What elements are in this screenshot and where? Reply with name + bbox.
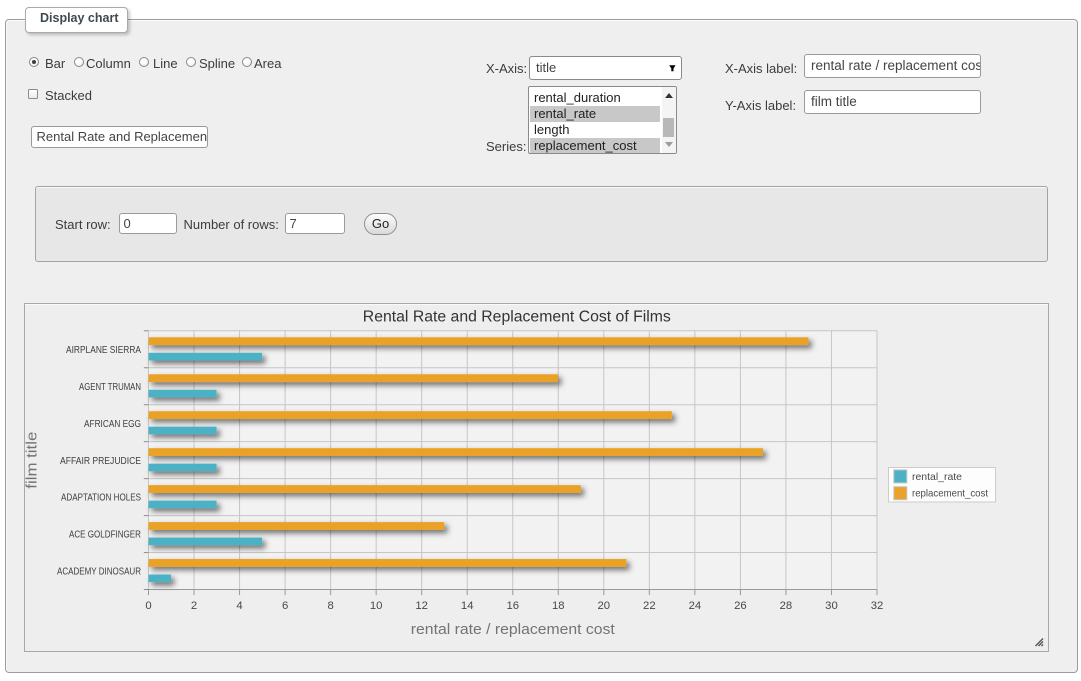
- svg-text:22: 22: [643, 600, 656, 612]
- svg-text:14: 14: [461, 600, 474, 612]
- svg-text:replacement_cost: replacement_cost: [912, 488, 988, 500]
- svg-text:film title: film title: [25, 432, 41, 489]
- svg-text:28: 28: [780, 600, 793, 612]
- svg-text:10: 10: [370, 600, 383, 612]
- svg-text:12: 12: [415, 600, 428, 612]
- svg-text:0: 0: [145, 600, 151, 612]
- svg-text:26: 26: [734, 600, 747, 612]
- svg-text:24: 24: [689, 600, 702, 612]
- svg-text:4: 4: [236, 600, 242, 612]
- svg-text:8: 8: [327, 600, 333, 612]
- svg-text:16: 16: [506, 600, 519, 612]
- svg-text:6: 6: [282, 600, 288, 612]
- svg-text:ADAPTATION HOLES: ADAPTATION HOLES: [61, 493, 141, 504]
- svg-text:AGENT TRUMAN: AGENT TRUMAN: [79, 382, 141, 393]
- svg-text:AFRICAN EGG: AFRICAN EGG: [84, 419, 141, 430]
- svg-text:rental rate / replacement cost: rental rate / replacement cost: [411, 621, 616, 638]
- svg-text:20: 20: [598, 600, 611, 612]
- svg-text:30: 30: [825, 600, 838, 612]
- svg-text:rental_rate: rental_rate: [912, 471, 962, 483]
- svg-text:2: 2: [191, 600, 197, 612]
- svg-text:ACADEMY DINOSAUR: ACADEMY DINOSAUR: [57, 567, 141, 578]
- svg-text:ACE GOLDFINGER: ACE GOLDFINGER: [69, 530, 141, 541]
- svg-text:Rental Rate and Replacement Co: Rental Rate and Replacement Cost of Film…: [363, 309, 671, 326]
- svg-text:18: 18: [552, 600, 565, 612]
- svg-text:32: 32: [871, 600, 884, 612]
- svg-text:AFFAIR PREJUDICE: AFFAIR PREJUDICE: [60, 456, 141, 467]
- svg-text:AIRPLANE SIERRA: AIRPLANE SIERRA: [66, 345, 141, 356]
